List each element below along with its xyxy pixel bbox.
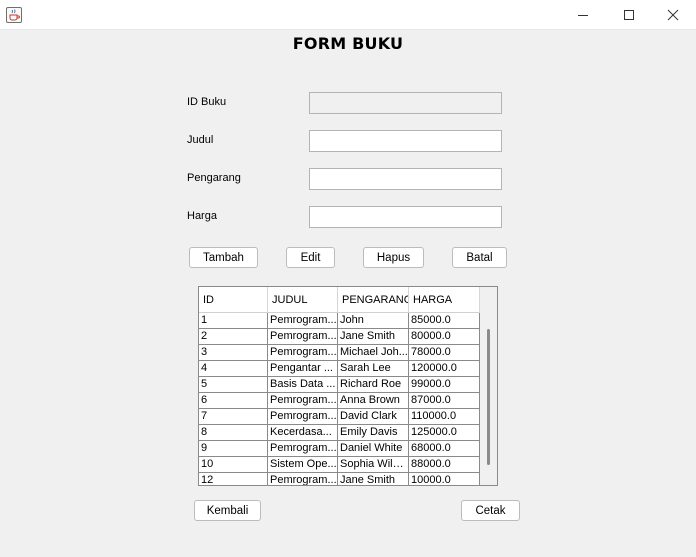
cell-id[interactable]: 9 <box>199 441 268 456</box>
books-table[interactable]: ID JUDUL PENGARANG HARGA 1 Pemrogram... Jo… <box>198 286 498 486</box>
harga-field[interactable] <box>309 206 502 228</box>
pengarang-field[interactable] <box>309 168 502 190</box>
table-row[interactable]: 12 Pemrogram... Jane Smith 10000.0 <box>199 473 480 485</box>
cell-id[interactable]: 12 <box>199 473 268 485</box>
cell-pengarang[interactable]: Anna Brown <box>338 393 409 408</box>
column-header-harga[interactable]: HARGA <box>409 287 480 313</box>
close-icon <box>667 9 679 21</box>
cell-id[interactable]: 10 <box>199 457 268 472</box>
table-scrollbar[interactable] <box>480 287 497 485</box>
column-header-judul[interactable]: JUDUL <box>268 287 338 313</box>
cell-harga[interactable]: 68000.0 <box>409 441 480 456</box>
id-buku-label: ID Buku <box>187 96 227 108</box>
id-buku-field[interactable] <box>309 92 502 114</box>
cell-judul[interactable]: Basis Data ... <box>268 377 338 392</box>
table-row[interactable]: 7 Pemrogram... David Clark 110000.0 <box>199 409 480 425</box>
table-row[interactable]: 10 Sistem Ope... Sophia Wilson 88000.0 <box>199 457 480 473</box>
scrollbar-thumb[interactable] <box>487 329 490 465</box>
cell-id[interactable]: 3 <box>199 345 268 360</box>
cell-pengarang[interactable]: Emily Davis <box>338 425 409 440</box>
cell-pengarang[interactable]: Michael Joh... <box>338 345 409 360</box>
page-title: FORM BUKU <box>292 34 404 53</box>
column-header-pengarang[interactable]: PENGARANG <box>338 287 409 313</box>
table-header: ID JUDUL PENGARANG HARGA <box>199 287 480 313</box>
cell-id[interactable]: 1 <box>199 313 268 328</box>
cell-pengarang[interactable]: David Clark <box>338 409 409 424</box>
judul-label: Judul <box>187 134 214 146</box>
cell-id[interactable]: 5 <box>199 377 268 392</box>
maximize-button[interactable] <box>606 0 652 30</box>
cell-harga[interactable]: 78000.0 <box>409 345 480 360</box>
cell-pengarang[interactable]: Sarah Lee <box>338 361 409 376</box>
table-row[interactable]: 1 Pemrogram... John 85000.0 <box>199 313 480 329</box>
cell-judul[interactable]: Pengantar ... <box>268 361 338 376</box>
cell-harga[interactable]: 99000.0 <box>409 377 480 392</box>
cell-pengarang[interactable]: Richard Roe <box>338 377 409 392</box>
table-row[interactable]: 5 Basis Data ... Richard Roe 99000.0 <box>199 377 480 393</box>
column-header-id[interactable]: ID <box>199 287 268 313</box>
cell-id[interactable]: 8 <box>199 425 268 440</box>
window-titlebar <box>0 0 696 30</box>
table-body: 1 Pemrogram... John 85000.0 2 Pemrogram... Jan… <box>199 313 480 485</box>
cell-id[interactable]: 7 <box>199 409 268 424</box>
cell-judul[interactable]: Pemrogram... <box>268 313 338 328</box>
cell-pengarang[interactable]: Daniel White <box>338 441 409 456</box>
table-row[interactable]: 4 Pengantar ... Sarah Lee 120000.0 <box>199 361 480 377</box>
cell-harga[interactable]: 88000.0 <box>409 457 480 472</box>
java-cup-icon[interactable] <box>6 7 22 23</box>
cell-harga[interactable]: 120000.0 <box>409 361 480 376</box>
cell-judul[interactable]: Pemrogram... <box>268 329 338 344</box>
cell-id[interactable]: 4 <box>199 361 268 376</box>
cell-judul[interactable]: Pemrogram... <box>268 345 338 360</box>
judul-field[interactable] <box>309 130 502 152</box>
cell-harga[interactable]: 125000.0 <box>409 425 480 440</box>
cell-harga[interactable]: 110000.0 <box>409 409 480 424</box>
cell-pengarang[interactable]: Jane Smith <box>338 329 409 344</box>
close-button[interactable] <box>650 0 696 30</box>
cell-pengarang[interactable]: Jane Smith <box>338 473 409 485</box>
cell-harga[interactable]: 10000.0 <box>409 473 480 485</box>
table-row[interactable]: 6 Pemrogram... Anna Brown 87000.0 <box>199 393 480 409</box>
cell-id[interactable]: 6 <box>199 393 268 408</box>
batal-button[interactable]: Batal <box>452 247 507 268</box>
table-row[interactable]: 9 Pemrogram... Daniel White 68000.0 <box>199 441 480 457</box>
table-row[interactable]: 8 Kecerdasa... Emily Davis 125000.0 <box>199 425 480 441</box>
cell-judul[interactable]: Pemrogram... <box>268 473 338 485</box>
cell-judul[interactable]: Pemrogram... <box>268 393 338 408</box>
cell-judul[interactable]: Pemrogram... <box>268 409 338 424</box>
tambah-button[interactable]: Tambah <box>189 247 258 268</box>
cell-id[interactable]: 2 <box>199 329 268 344</box>
minimize-button[interactable] <box>560 0 606 30</box>
kembali-button[interactable]: Kembali <box>194 500 261 521</box>
cetak-button[interactable]: Cetak <box>461 500 520 521</box>
cell-judul[interactable]: Pemrogram... <box>268 441 338 456</box>
hapus-button[interactable]: Hapus <box>363 247 424 268</box>
pengarang-label: Pengarang <box>187 172 241 184</box>
harga-label: Harga <box>187 210 217 222</box>
cell-pengarang[interactable]: John <box>338 313 409 328</box>
cell-judul[interactable]: Kecerdasa... <box>268 425 338 440</box>
minimize-icon <box>578 15 588 16</box>
cell-harga[interactable]: 85000.0 <box>409 313 480 328</box>
table-row[interactable]: 2 Pemrogram... Jane Smith 80000.0 <box>199 329 480 345</box>
maximize-icon <box>624 10 634 20</box>
edit-button[interactable]: Edit <box>286 247 335 268</box>
cell-judul[interactable]: Sistem Ope... <box>268 457 338 472</box>
cell-pengarang[interactable]: Sophia Wilson <box>338 457 409 472</box>
table-row[interactable]: 3 Pemrogram... Michael Joh... 78000.0 <box>199 345 480 361</box>
cell-harga[interactable]: 87000.0 <box>409 393 480 408</box>
cell-harga[interactable]: 80000.0 <box>409 329 480 344</box>
